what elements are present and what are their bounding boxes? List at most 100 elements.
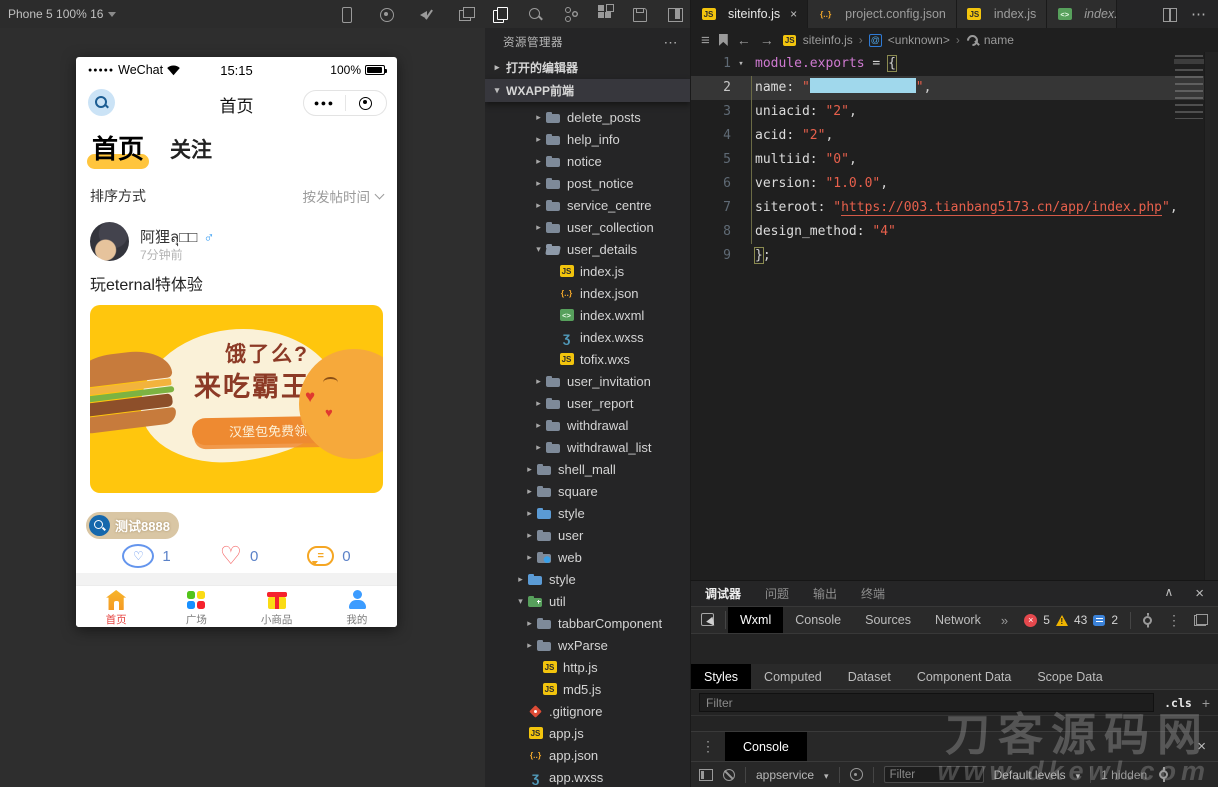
console-sidebar-icon[interactable] <box>699 769 713 781</box>
new-style-rule-icon[interactable] <box>1202 695 1210 711</box>
breadcrumb-symbol[interactable]: <unknown> <box>888 33 950 47</box>
file-tree-item[interactable]: post_notice <box>485 172 690 194</box>
fold-icon[interactable] <box>731 196 751 220</box>
devtools-tab[interactable]: Console <box>783 607 853 633</box>
more-options-icon[interactable] <box>1167 612 1181 629</box>
panel-tab[interactable]: 终端 <box>861 585 885 602</box>
file-tree-item[interactable]: md5.js <box>485 678 690 700</box>
code-line[interactable]: 5 multiid: "0", <box>691 148 1218 172</box>
outline-list-icon[interactable] <box>701 32 710 49</box>
code-line[interactable]: 1 module.exports = { <box>691 52 1218 76</box>
close-icon[interactable] <box>790 7 797 21</box>
file-tree-item[interactable]: shell_mall <box>485 458 690 480</box>
code-line[interactable]: 8 design_method: "4" <box>691 220 1218 244</box>
file-tree-item[interactable]: user_collection <box>485 216 690 238</box>
close-drawer-icon[interactable] <box>1197 738 1206 756</box>
file-tree-item[interactable]: notice <box>485 150 690 172</box>
file-tree-item[interactable]: delete_posts <box>485 106 690 128</box>
capsule-menu[interactable]: ●●● <box>303 90 387 116</box>
editor-tab[interactable]: index.js <box>957 0 1047 28</box>
file-tree-item[interactable]: web <box>485 546 690 568</box>
file-tree-item[interactable]: user_details <box>485 238 690 260</box>
file-tree-item[interactable]: app.js <box>485 722 690 744</box>
file-tree-item[interactable]: withdrawal_list <box>485 436 690 458</box>
file-tree-item[interactable]: style <box>485 568 690 590</box>
fold-icon[interactable] <box>731 52 751 76</box>
device-selector[interactable]: Phone 5 100% 16 <box>0 7 116 21</box>
split-editor-icon[interactable] <box>1163 8 1177 20</box>
code-line[interactable]: 2 name: "", <box>691 76 1218 100</box>
devtools-tab[interactable]: Sources <box>853 607 923 633</box>
post-stat[interactable]: 0 <box>220 545 259 567</box>
styles-filter-input[interactable]: Filter <box>699 693 1154 712</box>
post-stat[interactable]: 0 <box>307 546 350 566</box>
code-line[interactable]: 4 acid: "2", <box>691 124 1218 148</box>
navigate-forward-icon[interactable]: → <box>760 32 774 48</box>
file-tree-item[interactable]: http.js <box>485 656 690 678</box>
tab-bar-item[interactable]: 我的 <box>317 586 397 627</box>
more-menu-icon[interactable]: ●●● <box>304 98 345 108</box>
clear-console-icon[interactable] <box>723 769 735 781</box>
extensions-icon[interactable] <box>597 6 613 22</box>
maximize-panel-icon[interactable] <box>1164 585 1173 602</box>
cls-toggle[interactable]: .cls <box>1164 696 1192 710</box>
file-tree-item[interactable]: wxParse <box>485 634 690 656</box>
files-icon[interactable] <box>492 6 508 22</box>
wxml-tree-area[interactable] <box>691 634 1218 664</box>
search-icon[interactable] <box>527 6 543 22</box>
post-stat[interactable]: 1 <box>122 544 170 568</box>
close-panel-icon[interactable] <box>667 6 683 22</box>
file-tree-item[interactable]: help_info <box>485 128 690 150</box>
file-tree-item[interactable]: util <box>485 590 690 612</box>
devtools-tab[interactable]: Wxml <box>728 607 783 633</box>
phone-icon[interactable] <box>338 6 354 22</box>
fold-icon[interactable] <box>731 220 751 244</box>
execution-context-selector[interactable]: appservice <box>756 768 814 782</box>
inspector-tab[interactable]: Computed <box>751 664 835 689</box>
file-tree-item[interactable]: square <box>485 480 690 502</box>
bookmark-icon[interactable] <box>719 34 728 46</box>
save-all-icon[interactable] <box>632 6 648 22</box>
console-filter-input[interactable]: Filter <box>884 766 984 783</box>
fold-icon[interactable] <box>731 124 751 148</box>
console-drawer-tab[interactable]: Console <box>725 732 807 761</box>
settings-gear-icon[interactable] <box>1141 614 1154 627</box>
editor-tab[interactable]: index.wxml <box>1047 0 1117 28</box>
tab-bar-item[interactable]: 小商品 <box>237 586 317 627</box>
fold-icon[interactable] <box>731 76 751 100</box>
panel-tab[interactable]: 问题 <box>765 585 789 602</box>
file-tree-item[interactable]: index.js <box>485 260 690 282</box>
drawer-menu-icon[interactable] <box>701 738 715 755</box>
file-tree-item[interactable]: user_report <box>485 392 690 414</box>
file-tree-item[interactable]: index.wxss <box>485 326 690 348</box>
close-minimize-icon[interactable] <box>346 97 387 110</box>
close-panel-icon[interactable] <box>1195 585 1204 602</box>
panel-tab[interactable]: 输出 <box>813 585 837 602</box>
inspector-tab[interactable]: Component Data <box>904 664 1025 689</box>
minimap[interactable] <box>1175 55 1203 119</box>
file-tree-item[interactable]: withdrawal <box>485 414 690 436</box>
file-tree-item[interactable]: index.json <box>485 282 690 304</box>
post-text[interactable]: 玩eternal特体验 <box>90 271 203 295</box>
inspector-tab[interactable]: Dataset <box>835 664 904 689</box>
more-actions-icon[interactable] <box>664 34 679 51</box>
panel-tab[interactable]: 调试器 <box>705 585 741 602</box>
post-tag-badge[interactable]: 测试8888 <box>86 512 179 539</box>
open-editors-section[interactable]: 打开的编辑器 <box>485 56 690 79</box>
devtools-tab[interactable]: Network <box>923 607 993 633</box>
undock-window-icon[interactable] <box>1194 614 1208 626</box>
feed-tab[interactable]: 关注 <box>170 134 212 166</box>
git-branch-icon[interactable] <box>562 6 578 22</box>
fold-icon[interactable] <box>731 148 751 172</box>
editor-tab[interactable]: siteinfo.js <box>691 0 808 28</box>
sort-selector[interactable]: 按发帖时间 <box>303 186 384 206</box>
file-tree-item[interactable]: .gitignore <box>485 700 690 722</box>
record-icon[interactable] <box>378 6 394 22</box>
file-tree-item[interactable]: user_invitation <box>485 370 690 392</box>
file-tree-item[interactable]: tofix.wxs <box>485 348 690 370</box>
code-line[interactable]: 3 uniacid: "2", <box>691 100 1218 124</box>
project-root-section[interactable]: WXAPP前端 <box>485 79 690 102</box>
live-expression-icon[interactable] <box>850 768 863 781</box>
code-line[interactable]: 6 version: "1.0.0", <box>691 172 1218 196</box>
file-tree-item[interactable]: tabbarComponent <box>485 612 690 634</box>
